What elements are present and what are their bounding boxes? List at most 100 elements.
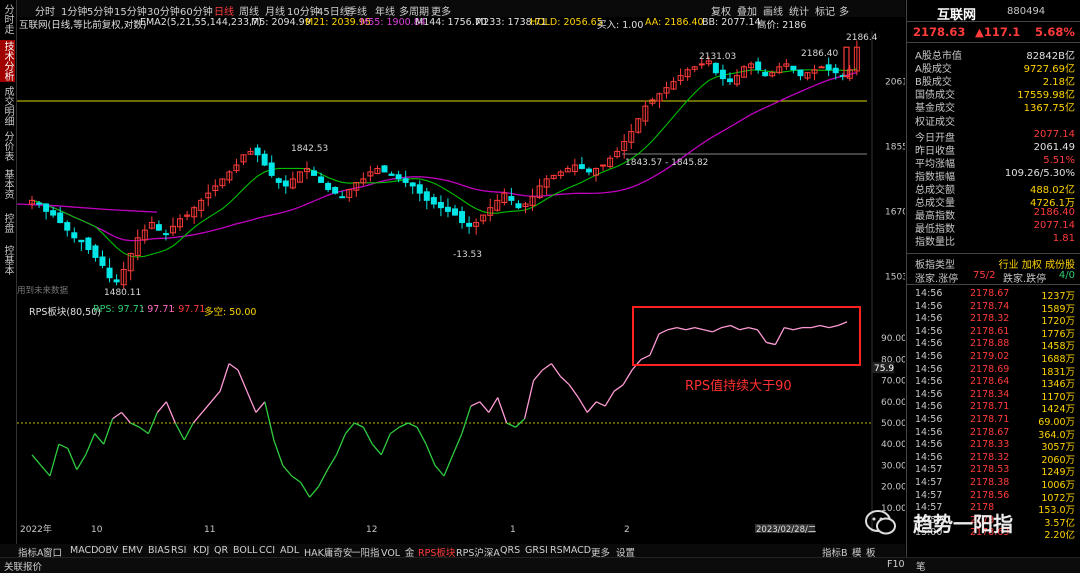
rps-segment (685, 326, 695, 331)
rps-segment (461, 405, 472, 434)
rps-segment (326, 454, 338, 470)
left-nav-tab[interactable]: 成交明细 (0, 86, 15, 126)
period-tab[interactable]: 1分钟 (61, 3, 87, 18)
rps-segment (174, 422, 185, 441)
rps-segment (103, 418, 114, 445)
rps-segment (559, 375, 570, 386)
period-tab[interactable]: 15分钟 (114, 3, 147, 18)
period-tab[interactable]: 10分钟 (287, 3, 320, 18)
left-nav-tab[interactable]: 技术分析 (0, 40, 15, 82)
period-tab[interactable]: 季线 (347, 3, 367, 18)
rps-segment (703, 329, 713, 333)
left-nav-tab[interactable]: 分价表 (0, 130, 15, 162)
tick-price: 2178.67 (970, 426, 1010, 438)
tick-row: 14:56 2178.67 364.0万 (915, 426, 1075, 441)
last-candle (843, 46, 850, 78)
period-tab[interactable]: 分时 (35, 3, 55, 18)
tick-price: 2178.32 (970, 451, 1010, 463)
toolbar-action[interactable]: 多 (839, 3, 849, 18)
status-left[interactable]: 关联报价 (4, 559, 42, 573)
period-tab[interactable]: 月线 (265, 3, 285, 18)
candle-body (466, 222, 473, 227)
toolbar-action[interactable]: 统计 (789, 3, 809, 18)
left-nav-tab[interactable]: 基本资料 (0, 166, 15, 202)
rps-segment (712, 327, 722, 333)
period-tab[interactable]: 多周期 (399, 3, 429, 18)
toolbar-action[interactable]: 复权 (711, 3, 731, 18)
stat-row: 指数振幅 109.26/5.30% (915, 168, 1075, 183)
indicator-tab[interactable]: GRSI (525, 545, 548, 556)
board-label: 板指类型 (915, 260, 955, 271)
toolbar-action[interactable]: 画线 (763, 3, 783, 18)
period-tab[interactable]: 30分钟 (147, 3, 180, 18)
period-tab[interactable]: 5分钟 (87, 3, 113, 18)
rps-segment (371, 443, 382, 456)
period-tab[interactable]: 45日线 (317, 3, 350, 18)
tick-time: 14:56 (915, 338, 943, 350)
left-nav-tab[interactable]: 分时走势 (0, 2, 15, 36)
period-tab[interactable]: 60分钟 (180, 3, 213, 18)
period-tab[interactable]: 更多 (431, 3, 451, 18)
period-toolbar: 分时 1分钟 5分钟 15分钟 30分钟 60分钟 日线 周线 月线 10分钟 45日线 季线 年线 多周… (17, 0, 905, 18)
ma21-line (31, 68, 857, 258)
price-tick: 2061 (885, 77, 905, 87)
period-tab[interactable]: 日线 (214, 3, 234, 18)
indicator-tab[interactable]: KDJ (193, 545, 209, 556)
rps-tick: 75.9 (874, 364, 894, 374)
rps-indicator-chart[interactable]: 90.0080.0075.970.0060.0050.0040.0030.002… (17, 303, 905, 533)
m5-value: M5: 2094.99 (251, 17, 311, 28)
rps-segment (568, 384, 579, 398)
aa-value: AA: 2186.40 (645, 17, 704, 28)
toolbar-action[interactable]: 叠加 (737, 3, 757, 18)
rps-segment (479, 401, 490, 413)
rps-segment (273, 439, 284, 466)
tick-row: 14:56 2178.71 69.00万 (915, 414, 1075, 428)
rps-segment (76, 454, 87, 470)
candle-body (261, 153, 268, 166)
indicator-tab[interactable]: OBV (98, 545, 118, 556)
candle-body (318, 176, 325, 183)
indicator-tab[interactable]: BIAS (148, 545, 170, 556)
left-nav-tab[interactable]: 控基本 (0, 244, 15, 276)
indicator-tab[interactable]: MACD (70, 545, 98, 556)
candle-body (437, 202, 444, 209)
rps-segment (756, 329, 767, 343)
rps-segment (210, 390, 221, 403)
tick-price: 2178.64 (970, 376, 1010, 388)
watermark-label: 用到未来数据 (17, 285, 69, 296)
stat-row: 国债成交 17559.98亿 (915, 86, 1075, 101)
tick-time: 14:56 (915, 288, 943, 299)
candle-body (92, 245, 99, 258)
indicator-tab[interactable]: ADL (280, 545, 299, 556)
period-tab[interactable]: 年线 (375, 3, 395, 18)
tick-row: 14:56 2178.88 1458万 (915, 338, 1075, 352)
tick-time: 14:56 (915, 313, 943, 325)
toolbar-action[interactable]: 标记 (815, 3, 835, 18)
stat-value: 5.51% (1043, 154, 1075, 166)
candle-body (818, 66, 825, 69)
indicator-tab[interactable]: CCI (259, 545, 275, 556)
rps-segment (739, 326, 749, 331)
indicator-tab[interactable]: EMV (122, 545, 143, 556)
left-nav-tab[interactable]: 控盘 (0, 206, 15, 240)
indicator-tab[interactable]: BOLL (233, 545, 257, 556)
indicator-tab[interactable]: QR (214, 545, 228, 556)
candlestick-chart[interactable]: 2061 1855 1670 1503 1842.53 2131.03 2186.40 218… (17, 31, 905, 303)
rps-tick: 30.00 (881, 461, 905, 471)
period-tab[interactable]: 周线 (239, 3, 259, 18)
indicator-tab[interactable]: RSI (171, 545, 186, 556)
rps-segment (434, 464, 445, 477)
divider (907, 284, 1080, 285)
indicator-info-bar: 互联网(日线,等比前复权,对数) EMA2(5,21,55,144,233,7)… (17, 17, 905, 31)
candle-body (332, 186, 339, 194)
indicator-tab[interactable]: QRS (500, 545, 520, 556)
rps-segment (774, 327, 785, 345)
indicator-tab[interactable]: RSMACD (550, 545, 591, 556)
tick-row: 14:56 2178.32 2060万 (915, 451, 1075, 466)
rps-segment (112, 411, 122, 420)
tick-price: 2179.02 (970, 351, 1010, 362)
rps-tick: 60.00 (881, 398, 905, 408)
rps-segment (156, 401, 167, 413)
candle-body (268, 162, 275, 176)
f10-button[interactable]: F10 (887, 559, 905, 570)
